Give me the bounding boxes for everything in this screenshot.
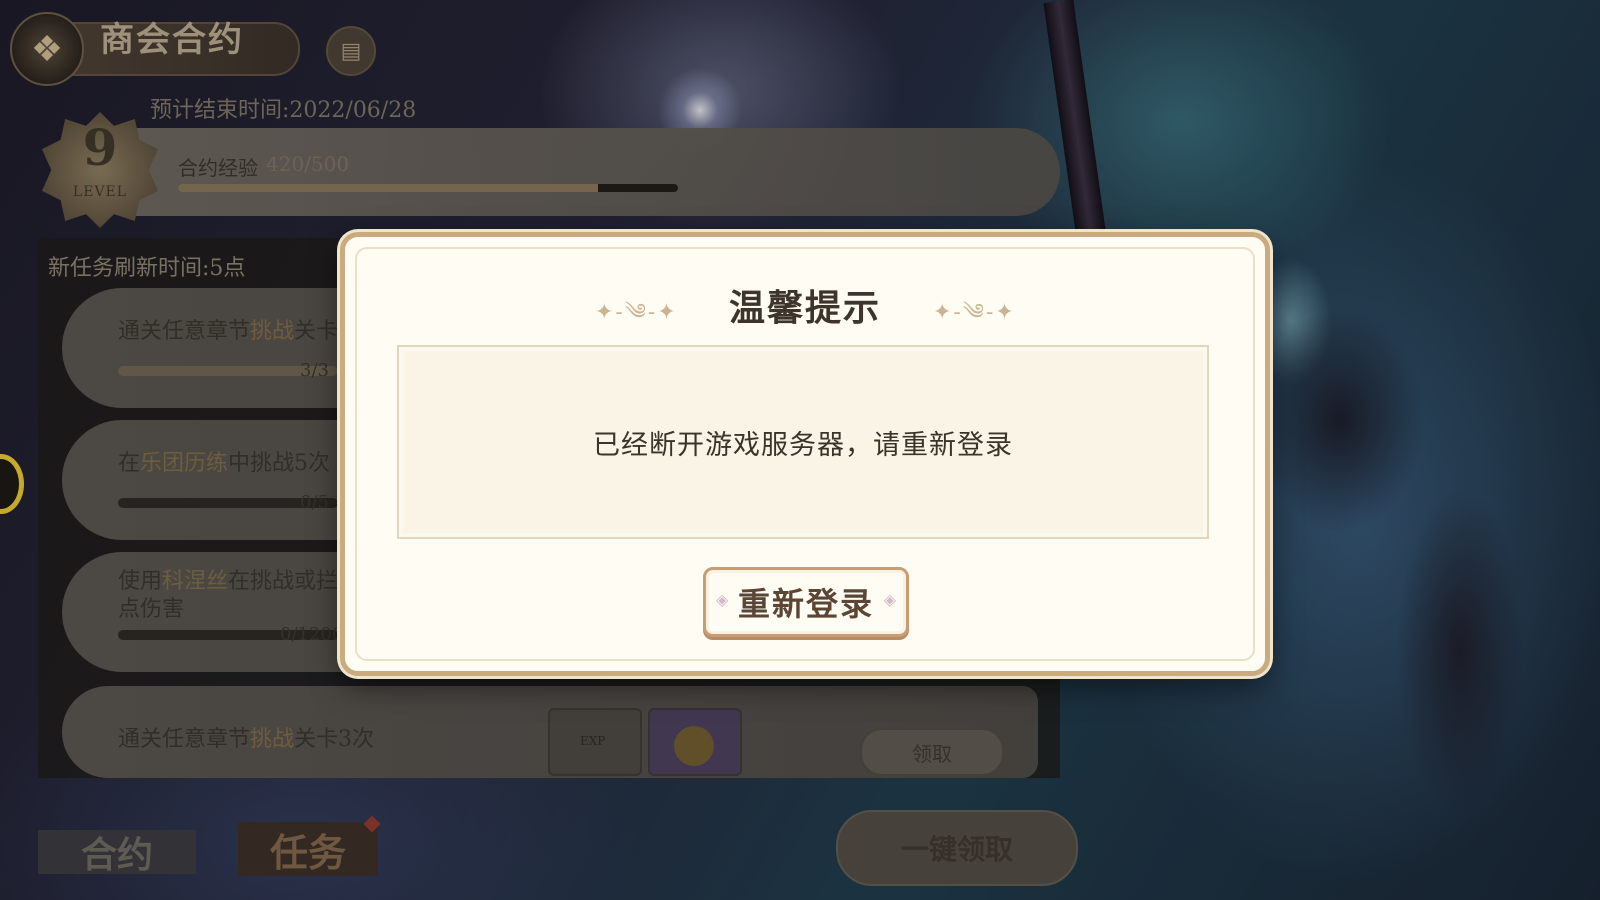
message-box: 已经断开游戏服务器，请重新登录 [397,345,1209,539]
button-deco-right-icon: ◈ [883,590,896,609]
dialog-title: 温馨提示 [728,287,881,329]
relogin-button-label: 重新登录 [737,585,874,623]
button-deco-left-icon: ◈ [716,590,729,609]
alert-dialog: ✦-༄-✦ ✦-༄-✦ 温馨提示 已经断开游戏服务器，请重新登录 ◈ 重新登录 … [340,232,1270,676]
dialog-message: 已经断开游戏服务器，请重新登录 [593,429,1013,461]
relogin-button[interactable]: ◈ 重新登录 ◈ [703,567,909,637]
